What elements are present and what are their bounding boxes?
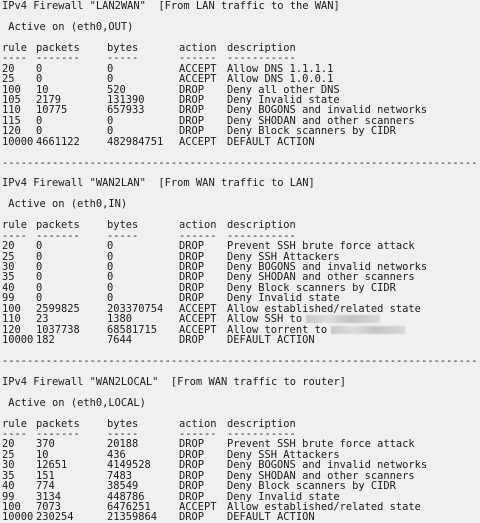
cell-description: Prevent SSH brute force attack	[227, 240, 415, 253]
underline-bytes: -----	[107, 52, 139, 65]
cell-packets: 182	[36, 334, 55, 346]
cell-bytes: 0	[107, 240, 114, 253]
cell-rule: 10000	[2, 135, 34, 148]
cell-description: DEFAULT ACTION	[227, 135, 315, 148]
cell-packets: 0	[36, 240, 43, 253]
table-row: 10000 4661122 482984751 ACCEPT DEFAULT ACTIO…	[2, 135, 480, 148]
cell-packets: 0	[36, 260, 43, 273]
cell-bytes: 6476251	[107, 501, 151, 513]
cell-bytes: 0	[107, 114, 114, 127]
cell-packets: 151	[36, 469, 55, 482]
firewall-title: IPv4 Firewall "LAN2WAN" [From LAN traffi…	[2, 0, 340, 12]
cell-bytes: 0	[107, 250, 114, 263]
cell-bytes: 38549	[107, 480, 139, 493]
cell-action: DROP	[179, 334, 205, 346]
cell-rule: 35	[2, 469, 15, 482]
cell-description: DEFAULT ACTION	[227, 511, 315, 523]
active-on-line: Active on (eth0,LOCAL)	[2, 396, 146, 409]
underline-bytes: -----	[107, 229, 139, 242]
cell-description: Allow SSH to	[227, 313, 303, 326]
redacted-address	[306, 315, 381, 324]
cell-description: Deny Block scanners by CIDR	[227, 480, 396, 493]
cell-bytes: 0	[107, 73, 114, 86]
cell-action: DROP	[179, 240, 205, 253]
cell-rule: 10000	[2, 334, 34, 346]
cell-rule: 25	[2, 73, 15, 86]
cell-bytes: 657933	[107, 104, 145, 117]
table-row: 10000 182 7644 DROP DEFAULT ACTION	[2, 334, 480, 346]
cell-bytes: 0	[107, 271, 114, 284]
cell-description: Deny SHODAN and other scanners	[227, 469, 415, 482]
cell-packets: 10775	[36, 104, 68, 117]
cell-description: Allow established/related state	[227, 501, 421, 513]
cell-bytes: 0	[107, 281, 114, 294]
table-row: 110 23 1380 ACCEPT Allow SSH to	[2, 313, 480, 326]
cell-rule: 110	[2, 313, 21, 326]
cell-rule: 99	[2, 490, 15, 503]
cell-packets: 230254	[36, 511, 74, 523]
cell-packets: 3134	[36, 490, 62, 503]
table-row: 25 0 0 ACCEPT Allow DNS 1.0.0.1	[2, 73, 480, 86]
table-row: 35 151 7483 DROP Deny SHODAN and other scann…	[2, 469, 480, 482]
cell-packets: 0	[36, 114, 43, 127]
cell-packets: 0	[36, 73, 43, 86]
cell-action: ACCEPT	[179, 135, 217, 148]
firewall-title: IPv4 Firewall "WAN2LAN" [From WAN traffi…	[2, 177, 315, 190]
cell-rule: 40	[2, 480, 15, 493]
cell-bytes: 7483	[107, 469, 133, 482]
cell-rule: 20	[2, 240, 15, 253]
table-row: 10000 230254 21359864 DROP DEFAULT ACTION	[2, 511, 480, 523]
cell-action: ACCEPT	[179, 313, 217, 326]
cell-action: DROP	[179, 469, 205, 482]
cell-bytes: 21359864	[107, 511, 158, 523]
cell-bytes: 0	[107, 62, 114, 75]
cell-description: Deny Invalid state	[227, 490, 340, 503]
cell-packets: 0	[36, 281, 43, 294]
cell-packets: 0	[36, 62, 43, 75]
cell-action: ACCEPT	[179, 501, 217, 513]
cell-packets: 0	[36, 250, 43, 263]
terminal-output: IPv4 Firewall "LAN2WAN" [From LAN traffi…	[0, 0, 480, 523]
cell-bytes: 1380	[107, 313, 133, 326]
section-separator: ----------------------------------------…	[2, 355, 478, 367]
cell-action: DROP	[179, 480, 205, 493]
cell-description: DEFAULT ACTION	[227, 334, 315, 346]
cell-action: DROP	[179, 490, 205, 503]
underline-packets: -------	[36, 229, 80, 242]
table-row: 100 7073 6476251 ACCEPT Allow established/re…	[2, 501, 480, 513]
cell-description: Allow DNS 1.0.0.1	[227, 73, 334, 86]
table-row: 99 3134 448786 DROP Deny Invalid state	[2, 490, 480, 503]
cell-packets: 0	[36, 271, 43, 284]
cell-packets: 4661122	[36, 135, 80, 148]
redacted-address	[331, 325, 406, 334]
cell-action: ACCEPT	[179, 73, 217, 86]
cell-bytes: 482984751	[107, 135, 164, 148]
cell-bytes: 0	[107, 260, 114, 273]
active-on-line: Active on (eth0,OUT)	[2, 20, 134, 33]
cell-packets: 7073	[36, 501, 62, 513]
section-separator: ----------------------------------------…	[2, 157, 478, 168]
cell-packets: 774	[36, 480, 55, 493]
cell-rule: 10000	[2, 511, 34, 523]
cell-rule: 100	[2, 501, 21, 513]
table-row: 40 774 38549 DROP Deny Block scanners by CID…	[2, 480, 480, 493]
cell-packets: 23	[36, 313, 49, 326]
firewall-title: IPv4 Firewall "WAN2LOCAL" [From WAN traf…	[2, 375, 347, 388]
cell-bytes: 7644	[107, 334, 133, 346]
cell-bytes: 448786	[107, 490, 145, 503]
underline-packets: -------	[36, 52, 80, 65]
cell-action: DROP	[179, 511, 205, 523]
active-on-line: Active on (eth0,IN)	[2, 198, 128, 211]
table-row: 20 0 0 DROP Prevent SSH brute force attack	[2, 240, 480, 253]
